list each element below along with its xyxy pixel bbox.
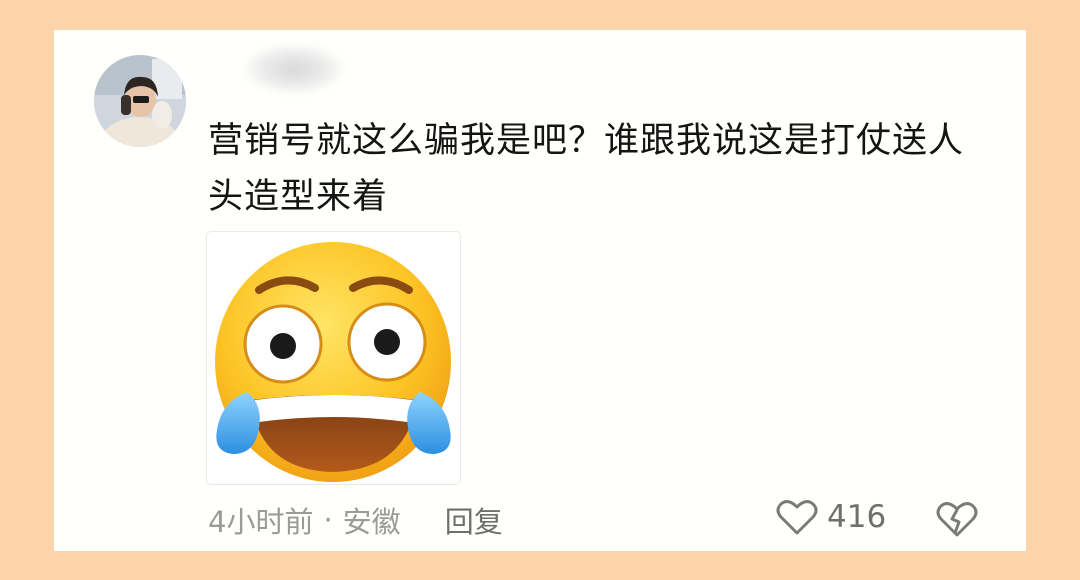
meta-separator: ·	[323, 503, 333, 537]
avatar[interactable]	[94, 55, 186, 147]
username-blurred	[244, 44, 344, 94]
comment-card: 营销号就这么骗我是吧？谁跟我说这是打仗送人头造型来着 4小时前 · 安徽 回复 …	[54, 30, 1026, 551]
broken-heart-icon	[936, 502, 978, 537]
comment-text: 营销号就这么骗我是吧？谁跟我说这是打仗送人头造型来着	[208, 121, 965, 217]
sticker-image[interactable]	[206, 231, 461, 485]
like-count: 416	[827, 499, 887, 535]
like-button[interactable]: 416	[776, 498, 886, 536]
dislike-button[interactable]	[936, 500, 978, 542]
avatar-image	[94, 55, 186, 147]
reply-button[interactable]: 回复	[445, 499, 503, 541]
heart-outline-icon	[776, 500, 818, 535]
comment-time: 4小时前	[208, 505, 314, 539]
comment-location: 安徽	[342, 505, 401, 539]
comment-meta: 4小时前 · 安徽 回复	[208, 500, 503, 540]
crying-laughing-face-sticker	[215, 242, 451, 482]
